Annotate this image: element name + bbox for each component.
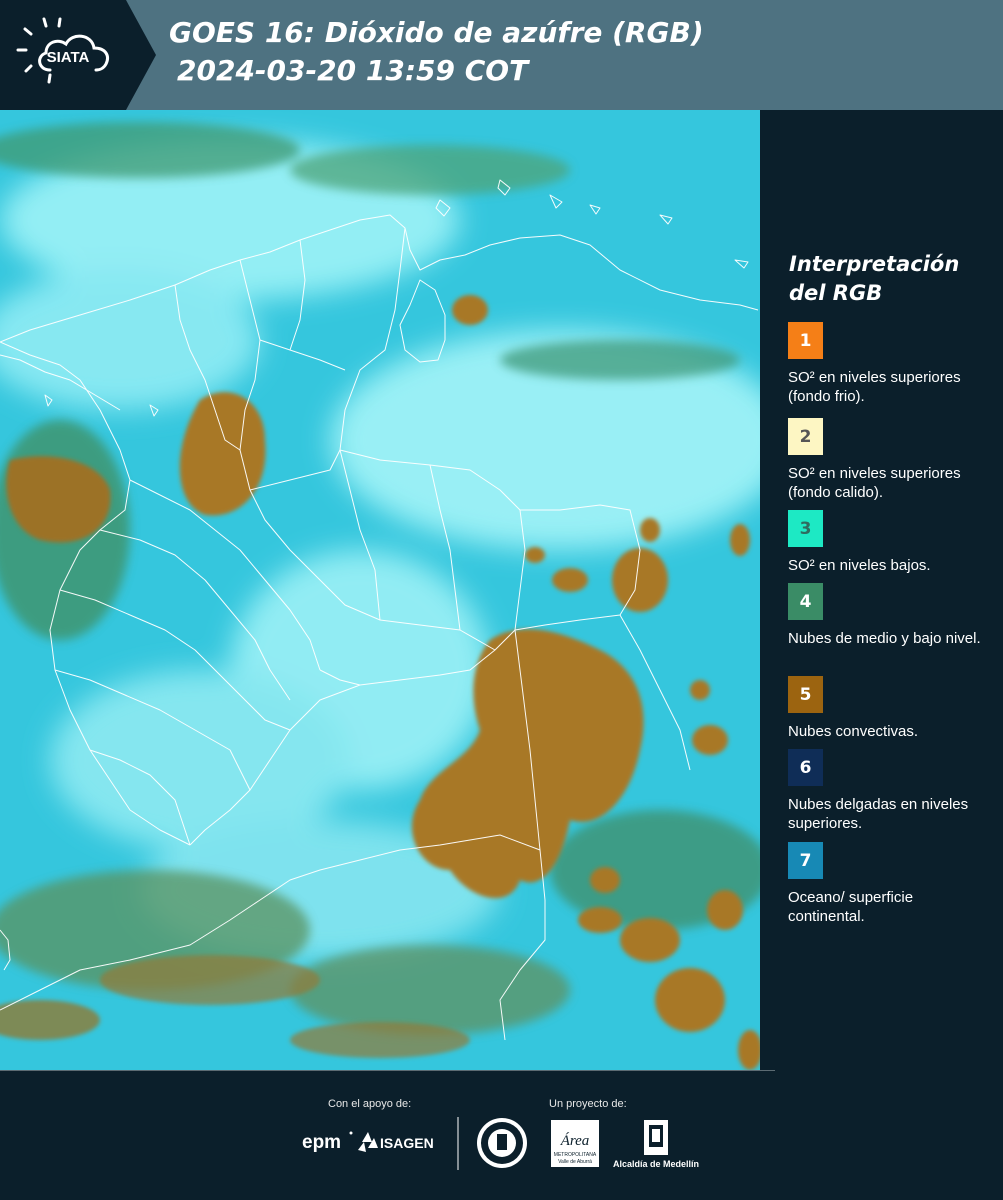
alcaldia-medellin-logo[interactable]: Alcaldía de Medellín (613, 1120, 699, 1169)
legend-swatch: 2 (788, 418, 823, 455)
header-bar: SIATA GOES 16: Dióxido de azúfre (RGB) 2… (0, 0, 1003, 110)
svg-text:Área: Área (560, 1132, 590, 1149)
legend-item-3: 3 SO² en niveles bajos. (788, 510, 988, 575)
legend-swatch: 1 (788, 322, 823, 359)
page-title: GOES 16: Dióxido de azúfre (RGB) (169, 16, 704, 49)
epm-logo[interactable]: epm (302, 1131, 353, 1154)
legend-description: SO² en niveles bajos. (788, 557, 931, 574)
legend-swatch: 5 (788, 676, 823, 713)
svg-text:Alcaldía de Medellín: Alcaldía de Medellín (613, 1159, 699, 1169)
siata-logo-text: SIATA (47, 49, 90, 66)
legend-description: SO² en niveles superiores (fondo frio). (788, 369, 961, 405)
legend-item-6: 6 Nubes delgadas en niveles superiores. (788, 749, 988, 833)
university-seal-logo[interactable] (477, 1118, 527, 1168)
legend-item-7: 7 Oceano/ superficie continental. (788, 842, 988, 926)
legend-swatch: 4 (788, 583, 823, 620)
area-metropolitana-logo[interactable]: Área METROPOLITANA Valle de Aburrá (551, 1120, 599, 1167)
seal-emblem-icon (497, 1134, 507, 1150)
svg-text:epm: epm (302, 1132, 341, 1153)
siata-logo[interactable]: SIATA (0, 0, 156, 110)
legend-description: SO² en niveles superiores (fondo calido)… (788, 465, 961, 501)
isagen-mark-icon (358, 1132, 378, 1152)
legend-item-2: 2 SO² en niveles superiores (fondo calid… (788, 418, 988, 502)
svg-text:ISAGEN: ISAGEN (380, 1135, 434, 1151)
legend-swatch: 3 (788, 510, 823, 547)
svg-text:METROPOLITANA: METROPOLITANA (554, 1152, 597, 1158)
satellite-map[interactable] (0, 110, 760, 1070)
legend-panel: Interpretación del RGB 1 SO² en niveles … (760, 110, 1003, 1070)
legend-description: Nubes convectivas. (788, 723, 919, 740)
legend-title: Interpretación del RGB (789, 252, 960, 305)
isagen-logo[interactable]: ISAGEN (358, 1132, 434, 1152)
legend-item-4: 4 Nubes de medio y bajo nivel. (788, 583, 988, 648)
legend-description: Nubes de medio y bajo nivel. (788, 630, 981, 647)
legend-swatch: 7 (788, 842, 823, 879)
legend-swatch: 6 (788, 749, 823, 786)
page-timestamp: 2024-03-20 13:59 COT (177, 54, 529, 87)
footer: Con el apoyo de: Un proyecto de: epm ISA… (0, 1070, 1003, 1200)
legend-description: Nubes delgadas en niveles superiores. (788, 796, 969, 832)
legend-item-1: 1 SO² en niveles superiores (fondo frio)… (788, 322, 988, 406)
legend-item-5: 5 Nubes convectivas. (788, 676, 988, 741)
legend-description: Oceano/ superficie continental. (788, 889, 914, 925)
svg-text:Valle de Aburrá: Valle de Aburrá (558, 1159, 592, 1165)
